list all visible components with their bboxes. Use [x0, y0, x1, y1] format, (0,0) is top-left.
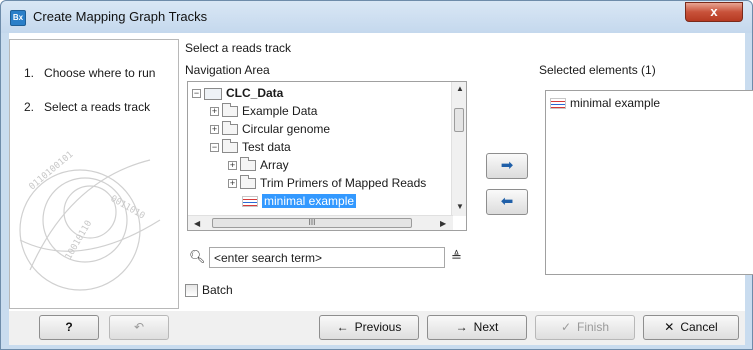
finish-button: ✓ Finish	[535, 315, 635, 340]
step-label: Select a reads track	[44, 100, 151, 114]
folder-icon	[240, 157, 256, 172]
tree-item-label: Circular genome	[242, 122, 331, 136]
reads-track-icon	[242, 196, 258, 208]
tree-item-label: CLC_Data	[226, 86, 284, 100]
scroll-down-icon[interactable]: ▼	[456, 202, 464, 211]
title-bar[interactable]: Bx Create Mapping Graph Tracks x	[1, 1, 752, 33]
reads-track-icon	[550, 98, 566, 110]
next-label: Next	[473, 320, 499, 334]
steps-sidebar: 1. Choose where to run 2. Select a reads…	[9, 39, 179, 309]
tree-item-label: Trim Primers of Mapped Reads	[260, 176, 427, 190]
step-choose-where-to-run: 1. Choose where to run	[24, 66, 155, 80]
vertical-scrollbar[interactable]: ▲ ▼	[451, 82, 466, 216]
app-icon: Bx	[10, 10, 26, 26]
dialog-client: 1. Choose where to run 2. Select a reads…	[9, 33, 753, 345]
tree-item-label: Array	[260, 158, 289, 172]
cancel-label: Cancel	[680, 320, 718, 334]
navigation-tree[interactable]: − CLC_Data + Example Data + Circular genome…	[187, 81, 467, 231]
batch-checkbox[interactable]	[185, 284, 198, 298]
cancel-x-icon: ✕	[664, 320, 675, 334]
scroll-left-icon[interactable]: ◀	[194, 219, 200, 228]
previous-button[interactable]: ← Previous	[319, 315, 419, 340]
previous-label: Previous	[354, 320, 402, 334]
selected-item[interactable]: minimal example	[550, 94, 660, 112]
decorative-spiral-logo: 0110100101 10010110 0011010	[19, 150, 161, 291]
search-icon[interactable]: 🔍︎	[189, 249, 207, 267]
search-input[interactable]	[209, 247, 445, 268]
tree-item-label: Test data	[242, 140, 291, 154]
search-options-icon[interactable]: ≜	[451, 249, 462, 265]
horizontal-scrollbar[interactable]: ◀ III ▶	[188, 215, 453, 230]
batch-option[interactable]: Batch	[185, 283, 233, 298]
expand-icon[interactable]: +	[228, 161, 237, 171]
tree-item-array[interactable]: + Array	[228, 156, 289, 174]
step-number: 1.	[24, 66, 35, 80]
help-button[interactable]: ?	[39, 315, 99, 340]
add-to-selected-button[interactable]: ➡	[486, 153, 528, 179]
database-icon	[204, 87, 222, 100]
folder-open-icon	[222, 139, 238, 154]
finish-label: Finish	[577, 320, 610, 334]
tree-item-circular-genome[interactable]: + Circular genome	[210, 120, 330, 138]
step-select-reads-track: 2. Select a reads track	[24, 100, 150, 114]
selected-elements-label: Selected elements (1)	[539, 63, 656, 77]
tree-item-label: Example Data	[242, 104, 318, 118]
tree-item-minimal-example[interactable]: minimal example	[242, 192, 357, 210]
scroll-right-icon[interactable]: ▶	[440, 219, 446, 228]
folder-icon	[240, 175, 256, 190]
dialog-footer: ? ↶ ← Previous → Next ✓ Finish ✕ Cancel	[9, 311, 745, 345]
arrow-left-icon: ←	[336, 320, 349, 334]
scroll-thumb[interactable]	[454, 108, 464, 132]
step-number: 2.	[24, 100, 35, 114]
selected-item-label: minimal example	[570, 96, 661, 110]
arrow-left-icon: ⬅	[500, 193, 514, 210]
arrow-right-icon: →	[455, 320, 468, 334]
collapse-icon[interactable]: −	[210, 143, 219, 153]
scroll-thumb-horizontal[interactable]: III	[212, 218, 412, 228]
search-row: 🔍︎ ≜	[187, 247, 467, 269]
tree-item-clc-data[interactable]: − CLC_Data	[192, 84, 283, 102]
expand-icon[interactable]: +	[228, 179, 237, 189]
scroll-up-icon[interactable]: ▲	[456, 84, 464, 93]
svg-text:10010110: 10010110	[64, 219, 94, 262]
collapse-icon[interactable]: −	[192, 89, 201, 99]
remove-from-selected-button[interactable]: ⬅	[486, 189, 528, 215]
tree-item-trim-primers[interactable]: + Trim Primers of Mapped Reads	[228, 174, 426, 192]
tree-item-test-data[interactable]: − Test data	[210, 138, 291, 156]
expand-icon[interactable]: +	[210, 107, 219, 117]
restore-defaults-button: ↶	[109, 315, 169, 340]
next-button[interactable]: → Next	[427, 315, 527, 340]
restore-icon: ↶	[133, 320, 145, 334]
checkmark-icon: ✓	[560, 320, 572, 334]
arrow-right-icon: ➡	[500, 157, 514, 174]
folder-icon	[222, 121, 238, 136]
selected-elements-list[interactable]: minimal example	[545, 90, 753, 275]
help-label: ?	[65, 320, 73, 334]
main-panel: Select a reads track Navigation Area Sel…	[185, 33, 753, 313]
expand-icon[interactable]: +	[210, 125, 219, 135]
folder-icon	[222, 103, 238, 118]
cancel-button[interactable]: ✕ Cancel	[643, 315, 739, 340]
close-button[interactable]: x	[685, 2, 743, 22]
panel-header: Select a reads track	[185, 41, 292, 55]
tree-item-example-data[interactable]: + Example Data	[210, 102, 317, 120]
tree-item-label: minimal example	[262, 194, 357, 208]
navigation-area-label: Navigation Area	[185, 63, 270, 77]
batch-label: Batch	[202, 283, 233, 297]
step-label: Choose where to run	[44, 66, 156, 80]
dialog-window: Bx Create Mapping Graph Tracks x 1. Choo…	[0, 0, 753, 350]
window-title: Create Mapping Graph Tracks	[33, 9, 208, 24]
